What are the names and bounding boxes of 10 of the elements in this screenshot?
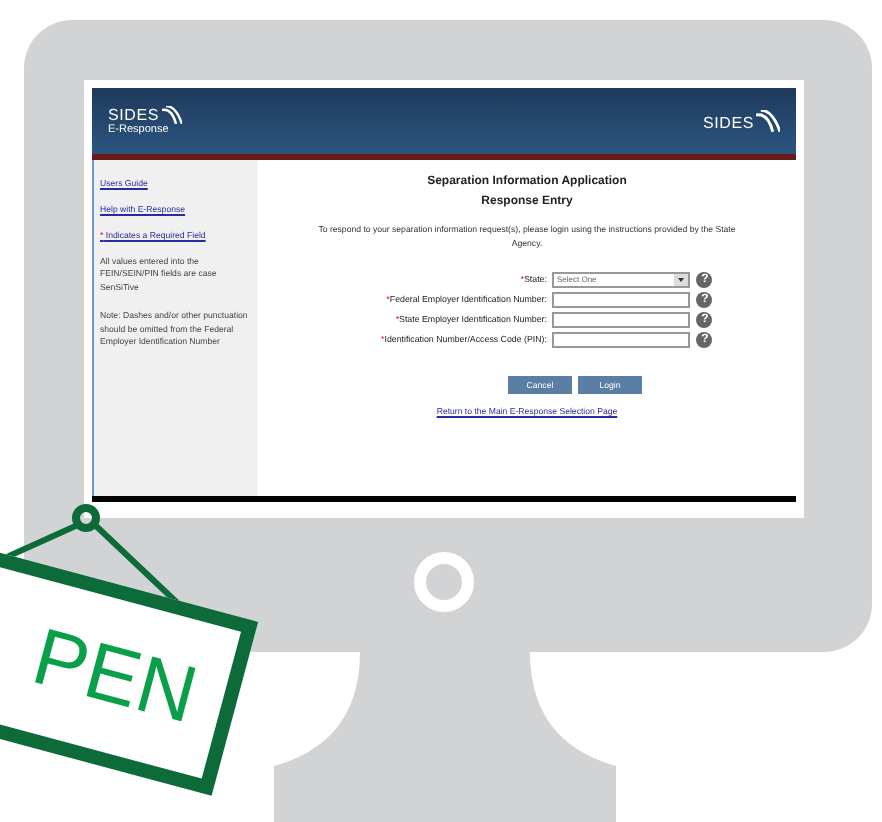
wave-icon bbox=[756, 110, 780, 132]
input-field[interactable] bbox=[552, 291, 691, 308]
sign-text: PEN bbox=[23, 611, 206, 742]
logo-text: SIDES bbox=[108, 106, 160, 124]
wave-icon bbox=[161, 106, 182, 124]
logo-text: SIDES bbox=[702, 114, 754, 132]
input-field[interactable] bbox=[552, 331, 691, 348]
input-field[interactable] bbox=[552, 311, 691, 328]
power-button-icon bbox=[414, 552, 474, 612]
caret-icon bbox=[674, 273, 689, 286]
